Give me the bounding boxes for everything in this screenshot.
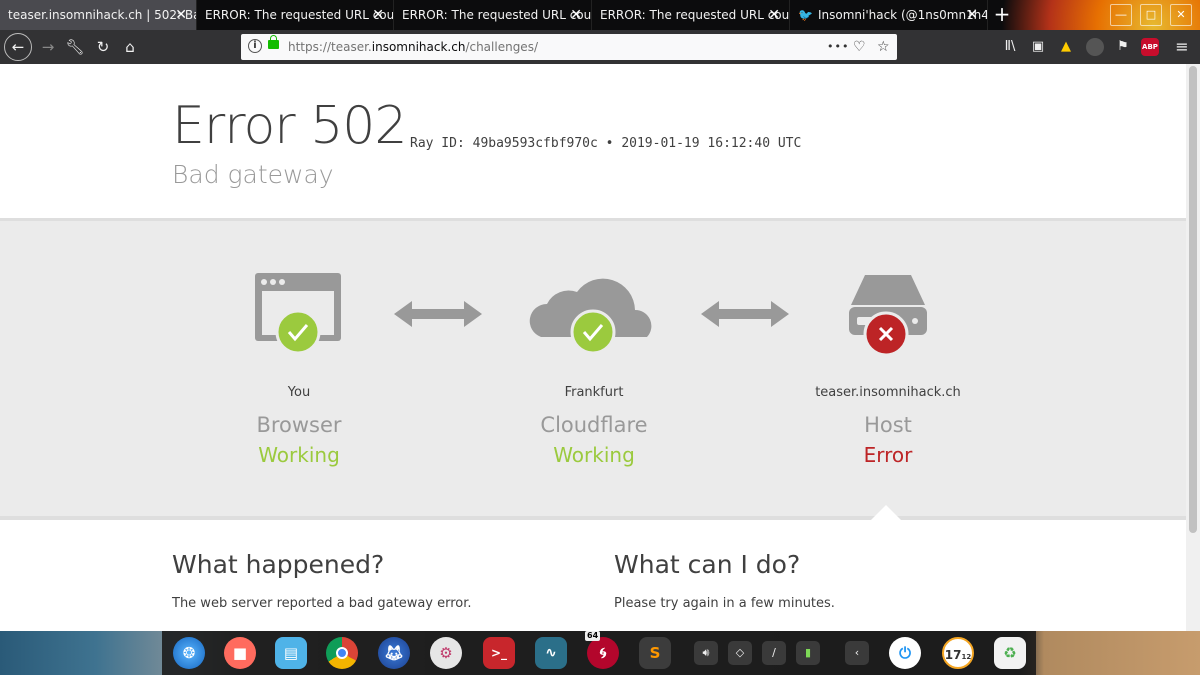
firefox-icon[interactable]: 🦊︎: [378, 637, 410, 669]
what-can-i-do-heading: What can I do?: [614, 550, 801, 579]
close-icon[interactable]: ✕: [175, 0, 187, 30]
ghostery-icon[interactable]: ⚑: [1113, 37, 1133, 57]
terminal-icon[interactable]: >_: [483, 637, 515, 669]
close-icon[interactable]: ✕: [768, 0, 780, 30]
nav-bar: ← → 🔧︎ ↻ ⌂ i https://teaser.insomnihack.…: [0, 30, 1200, 64]
window-close-button[interactable]: ✕: [1170, 4, 1192, 26]
adblock-plus-icon[interactable]: ABP: [1141, 38, 1159, 56]
sublime-text-icon[interactable]: S: [639, 637, 671, 669]
what-happened-text: The web server reported a bad gateway er…: [172, 596, 472, 611]
tab-error-1[interactable]: ERROR: The requested URL could ✕: [197, 0, 394, 30]
clock-icon: 1712: [942, 637, 974, 669]
debian-badge: 64: [585, 631, 601, 641]
server-icon: [849, 275, 927, 357]
system-monitor-icon[interactable]: ∿: [535, 637, 567, 669]
lock-icon: [268, 35, 279, 49]
tab-twitter[interactable]: 🐦Insomni'hack (@1ns0mn1h4c ✕: [790, 0, 988, 30]
tab-title: ERROR: The requested URL could: [402, 8, 592, 22]
forward-button[interactable]: →: [36, 35, 60, 59]
step-name: Browser: [256, 413, 342, 437]
url-bar[interactable]: i https://teaser.insomnihack.ch/challeng…: [241, 34, 897, 60]
step-location: You: [287, 385, 311, 400]
chrome-icon[interactable]: [326, 637, 358, 669]
tab-title: ERROR: The requested URL could: [600, 8, 790, 22]
close-icon[interactable]: ✕: [570, 0, 582, 30]
step-name: Host: [864, 413, 912, 437]
tab-strip: teaser.insomnihack.ch | 502: Bad ✕ ERROR…: [0, 0, 1200, 64]
trash-icon[interactable]: ♻: [994, 637, 1026, 669]
maximize-button[interactable]: □: [1140, 4, 1162, 26]
home-button[interactable]: ⌂: [118, 35, 142, 59]
browser-icon: [255, 273, 341, 355]
settings-icon[interactable]: ⚙: [430, 637, 462, 669]
extension-icon[interactable]: ▲: [1056, 37, 1076, 57]
twitter-icon: 🐦: [798, 8, 813, 22]
tab-title: Insomni'hack (@1ns0mn1h4c: [817, 8, 988, 22]
vertical-scrollbar[interactable]: [1186, 64, 1200, 631]
clock-minute: 12: [961, 653, 972, 661]
error-title: Error 502: [172, 96, 407, 156]
reload-button[interactable]: ↻: [91, 35, 115, 59]
pen-icon[interactable]: ∕: [762, 641, 786, 665]
wifi-icon[interactable]: ◇: [728, 641, 752, 665]
wrench-icon[interactable]: 🔧︎: [63, 35, 87, 59]
step-status: Working: [553, 443, 635, 467]
status-band: You Browser Working Frankfurt Cloudflare…: [0, 218, 1186, 520]
pointer-notch: [870, 505, 902, 521]
double-arrow-icon: [394, 301, 482, 327]
minimize-button[interactable]: ―: [1110, 4, 1132, 26]
menu-icon[interactable]: ≡: [1172, 37, 1192, 57]
tab-title: ERROR: The requested URL could: [205, 8, 394, 22]
sidebar-icon[interactable]: ▣: [1028, 37, 1048, 57]
tab-error-3[interactable]: ERROR: The requested URL could ✕: [592, 0, 790, 30]
volume-icon[interactable]: 🔊︎: [694, 641, 718, 665]
power-icon[interactable]: ⏻: [889, 637, 921, 669]
deepin-launcher-icon[interactable]: ❂: [173, 637, 205, 669]
dock: ❂ ■ ▤ 🦊︎ ⚙ >_ ∿ 🌀︎ 64 S 🔊︎ ◇ ∕ ▮ ‹ ⏻ 1712…: [162, 631, 1036, 675]
battery-icon[interactable]: ▮: [796, 641, 820, 665]
extension-circle-icon[interactable]: [1086, 38, 1104, 56]
chevron-left-icon[interactable]: ‹: [845, 641, 869, 665]
what-can-i-do-text: Please try again in a few minutes.: [614, 596, 835, 611]
cloud-icon: [529, 278, 652, 355]
library-icon[interactable]: Ⅱ\: [1000, 37, 1020, 57]
taskbar: ❂ ■ ▤ 🦊︎ ⚙ >_ ∿ 🌀︎ 64 S 🔊︎ ◇ ∕ ▮ ‹ ⏻ 1712…: [0, 631, 1200, 675]
step-name: Cloudflare: [540, 413, 648, 437]
cloudflare-error-page: Error 502 Ray ID: 49ba9593cfbf970c • 201…: [0, 64, 1186, 631]
back-button[interactable]: ←: [4, 33, 32, 61]
screen-recorder-icon[interactable]: ■: [224, 637, 256, 669]
step-cloudflare: Frankfurt Cloudflare Working: [474, 221, 714, 511]
site-info-icon[interactable]: i: [248, 39, 262, 53]
step-status: Working: [258, 443, 340, 467]
step-host: teaser.insomnihack.ch Host Error: [768, 221, 1008, 511]
window-controls: ― □ ✕: [1000, 0, 1200, 30]
bookmark-star-icon[interactable]: ☆: [877, 34, 890, 60]
tab-teaser[interactable]: teaser.insomnihack.ch | 502: Bad ✕: [0, 0, 197, 30]
error-subtitle: Bad gateway: [172, 160, 334, 189]
scrollbar-thumb[interactable]: [1189, 66, 1197, 533]
ray-id: Ray ID: 49ba9593cfbf970c • 2019-01-19 16…: [410, 136, 802, 151]
what-happened-heading: What happened?: [172, 550, 385, 579]
close-icon[interactable]: ✕: [372, 0, 384, 30]
tab-error-2[interactable]: ERROR: The requested URL could ✕: [394, 0, 592, 30]
tab-title: teaser.insomnihack.ch | 502: Bad: [8, 8, 197, 22]
pocket-icon[interactable]: ♡: [853, 34, 866, 60]
step-browser: You Browser Working: [179, 221, 419, 511]
step-location: teaser.insomnihack.ch: [815, 385, 961, 400]
debian-icon[interactable]: 🌀︎ 64: [585, 631, 619, 669]
page-actions-icon[interactable]: •••: [827, 34, 849, 60]
step-status: Error: [863, 443, 913, 467]
url-text[interactable]: https://teaser.insomnihack.ch/challenges…: [288, 34, 538, 60]
clock-hour: 17: [944, 648, 962, 662]
step-location: Frankfurt: [564, 385, 624, 400]
file-manager-icon[interactable]: ▤: [275, 637, 307, 669]
